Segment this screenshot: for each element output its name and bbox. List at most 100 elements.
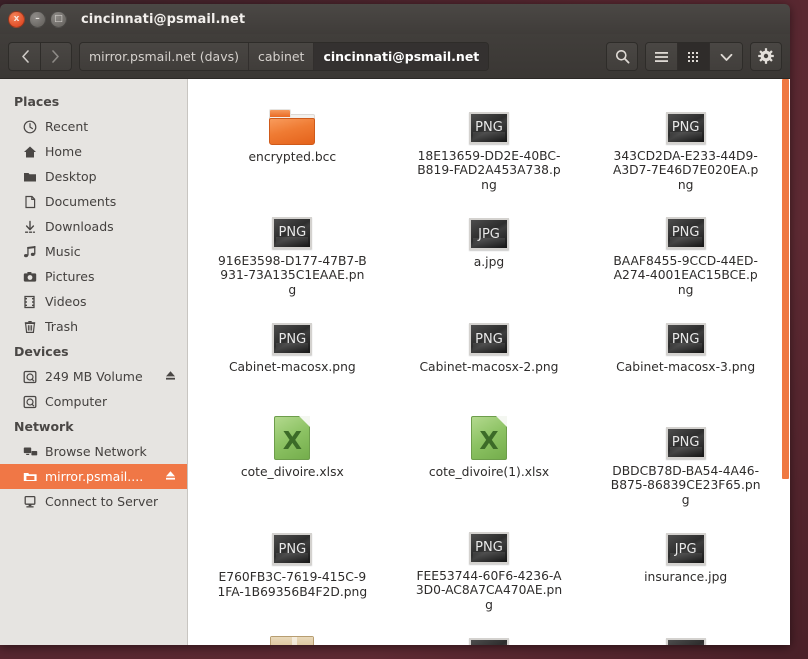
window-body: Places Recent Home Desktop Documents Dow… [0, 79, 790, 645]
file-item[interactable]: PNG 18E13659-DD2E-40BC-B819-FAD2A453A738… [391, 87, 588, 192]
sidebar-item-connect-to-server[interactable]: Connect to Server [0, 489, 187, 514]
drive-icon [22, 369, 38, 385]
sidebar-item-desktop[interactable]: Desktop [0, 164, 187, 189]
folder-icon [269, 97, 316, 145]
file-item[interactable]: PNG Cabinet-macosx-2.png [391, 297, 588, 402]
home-icon [22, 144, 38, 160]
window-title: cincinnati@psmail.net [81, 11, 246, 27]
sidebar-item-pictures[interactable]: Pictures [0, 264, 187, 289]
view-options-button[interactable] [710, 42, 742, 70]
file-name: Cabinet-macosx-3.png [616, 360, 756, 374]
file-item[interactable]: PNG Cabinet-macosx-3.png [587, 297, 784, 402]
film-icon [22, 294, 38, 310]
file-item[interactable]: X cote_divoire(1).xlsx [391, 402, 588, 507]
png-file-icon: PNG [272, 517, 313, 565]
breadcrumb: mirror.psmail.net (davs) cabinet cincinn… [79, 41, 490, 71]
file-name: 18E13659-DD2E-40BC-B819-FAD2A453A738.png [417, 148, 561, 192]
file-name: Cabinet-macosx-2.png [419, 360, 559, 374]
file-item[interactable]: JPG a.jpg [391, 192, 588, 297]
camera-icon [22, 269, 38, 285]
png-file-icon: PNG [468, 97, 509, 144]
file-type-badge: JPG [468, 218, 509, 250]
file-item[interactable] [194, 612, 391, 645]
navigation-toolbar: mirror.psmail.net (davs) cabinet cincinn… [0, 34, 790, 79]
jpg-file-icon: JPG [665, 622, 706, 645]
jpg-file-icon: JPG [468, 202, 509, 250]
file-name: 343CD2DA-E233-44D9-A3D7-7E46D7E020EA.png [612, 148, 759, 192]
sidebar-item-computer[interactable]: Computer [0, 389, 187, 414]
sidebar-item-music[interactable]: Music [0, 239, 187, 264]
network-icon [22, 444, 38, 460]
file-item[interactable]: JPG insurance.jpg [587, 507, 784, 612]
file-type-badge: PNG [665, 323, 706, 355]
grid-view-button[interactable] [678, 42, 710, 70]
sidebar-item-documents[interactable]: Documents [0, 189, 187, 214]
window-titlebar: x – □ cincinnati@psmail.net [0, 4, 790, 34]
file-item[interactable]: PNG Cabinet-macosx.png [194, 297, 391, 402]
server-folder-icon [22, 469, 38, 485]
breadcrumb-item-root[interactable]: mirror.psmail.net (davs) [80, 42, 249, 70]
file-item[interactable]: PNG DBDCB78D-BA54-4A46-B875-86839CE23F65… [587, 402, 784, 507]
maximize-button[interactable]: □ [50, 10, 67, 28]
file-item[interactable]: PNG E760FB3C-7619-415C-91FA-1B69356B4F2D… [194, 507, 391, 612]
eject-icon[interactable] [164, 369, 177, 385]
maximize-icon: □ [54, 13, 63, 24]
sidebar-item-label: Home [45, 144, 82, 159]
search-icon [615, 49, 629, 63]
file-name: encrypted.bcc [248, 150, 337, 164]
sidebar-item-videos[interactable]: Videos [0, 289, 187, 314]
file-type-badge: JPG [665, 638, 706, 645]
file-type-badge: JPG [468, 638, 509, 645]
scrollbar-thumb[interactable] [782, 79, 789, 479]
grid-view-icon [687, 52, 698, 62]
sidebar-item-label: Recent [45, 119, 89, 134]
minimize-button[interactable]: – [29, 10, 46, 28]
sidebar-item-mirror-psmail[interactable]: mirror.psmail.... [0, 464, 187, 489]
sidebar-item-249-mb-volume[interactable]: 249 MB Volume [0, 364, 187, 389]
file-item[interactable]: encrypted.bcc [194, 87, 391, 192]
sidebar-item-label: mirror.psmail.... [45, 469, 144, 484]
search-button[interactable] [606, 41, 638, 71]
file-item[interactable]: JPG [391, 612, 588, 645]
png-file-icon: PNG [272, 202, 313, 249]
sidebar-item-browse-network[interactable]: Browse Network [0, 439, 187, 464]
music-icon [22, 244, 38, 260]
file-name: insurance.jpg [644, 570, 728, 584]
breadcrumb-item-current[interactable]: cincinnati@psmail.net [314, 42, 489, 70]
sidebar-item-label: Downloads [45, 219, 114, 234]
file-item[interactable]: PNG FEE53744-60F6-4236-A3D0-AC8A7CA470AE… [391, 507, 588, 612]
close-button[interactable]: x [8, 10, 25, 28]
desktop-icon [22, 169, 38, 185]
file-grid-area[interactable]: encrypted.bcc PNG 18E13659-DD2E-40BC-B81… [188, 79, 790, 645]
view-mode-group [645, 41, 743, 71]
download-icon [22, 219, 38, 235]
sidebar-item-label: Desktop [45, 169, 97, 184]
sidebar-item-downloads[interactable]: Downloads [0, 214, 187, 239]
breadcrumb-item-cabinet[interactable]: cabinet [249, 42, 315, 70]
sidebar-heading-network: Network [14, 419, 74, 434]
file-item[interactable]: X cote_divoire.xlsx [194, 402, 391, 507]
file-type-badge: X [479, 425, 499, 455]
file-name: DBDCB78D-BA54-4A46-B875-86839CE23F65.png [610, 463, 761, 507]
file-item[interactable]: PNG 343CD2DA-E233-44D9-A3D7-7E46D7E020EA… [587, 87, 784, 192]
file-item[interactable]: PNG BAAF8455-9CCD-44ED-A274-4001EAC15BCE… [587, 192, 784, 297]
trash-icon [22, 319, 38, 335]
chevron-down-icon [720, 53, 732, 61]
file-name: cote_divoire(1).xlsx [428, 465, 550, 479]
sidebar-item-label: Trash [45, 319, 79, 334]
eject-icon[interactable] [164, 469, 177, 485]
png-file-icon: PNG [665, 307, 706, 355]
vertical-scrollbar[interactable] [781, 79, 790, 645]
file-item[interactable]: JPG [587, 612, 784, 645]
sidebar-item-recent[interactable]: Recent [0, 114, 187, 139]
file-item[interactable]: PNG 916E3598-D177-47B7-B931-73A135C1EAAE… [194, 192, 391, 297]
forward-button[interactable] [40, 41, 72, 71]
sidebar-item-trash[interactable]: Trash [0, 314, 187, 339]
gear-icon [758, 48, 774, 64]
back-button[interactable] [8, 41, 40, 71]
settings-button[interactable] [750, 41, 782, 71]
file-name: a.jpg [473, 255, 505, 269]
list-view-button[interactable] [646, 42, 678, 70]
sidebar-item-home[interactable]: Home [0, 139, 187, 164]
file-type-badge: PNG [468, 531, 509, 564]
